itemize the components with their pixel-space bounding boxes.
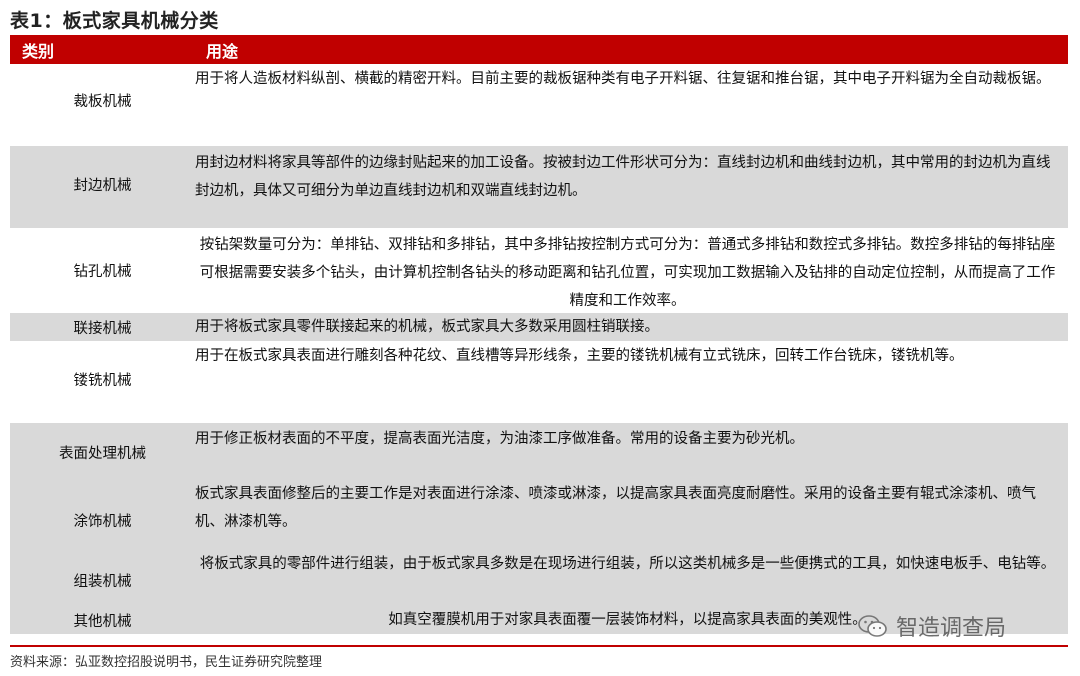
table-row: 组装机械 将板式家具的零部件进行组装，由于板式家具多数是在现场进行组装，所以这类… [10, 550, 1068, 606]
row-category: 组装机械 [73, 574, 132, 590]
header-category: 类别 [22, 41, 55, 61]
table-row: 钻孔机械 按钻架数量可分为：单排钻、双排钻和多排钻，其中多排钻按控制方式可分为：… [10, 231, 1068, 313]
row-usage: 用于将人造板材料纵剖、横截的精密开料。目前主要的裁板锯种类有电子开料锯、往复锯和… [195, 71, 1051, 87]
table-row: 裁板机械 用于将人造板材料纵剖、横截的精密开料。目前主要的裁板锯种类有电子开料锯… [10, 64, 1068, 146]
watermark: 智造调查局 [858, 610, 1006, 642]
watermark-text: 智造调查局 [896, 616, 1007, 641]
table-row: 联接机械 用于将板式家具零件联接起来的机械，板式家具大多数采用圆柱销联接。 [10, 313, 1068, 341]
table-bottom-rule [10, 645, 1068, 647]
row-category: 联接机械 [73, 320, 132, 337]
row-category: 裁板机械 [73, 94, 132, 110]
row-usage: 将板式家具的零部件进行组装，由于板式家具多数是在现场进行组装，所以这类机械多是一… [199, 556, 1056, 572]
row-category: 表面处理机械 [59, 446, 146, 462]
row-usage: 用封边材料将家具等部件的边缘封贴起来的加工设备。按被封边工件形状可分为：直线封边… [195, 155, 1051, 199]
table-title: 表1：板式家具机械分类 [10, 10, 219, 32]
row-usage: 用于将板式家具零件联接起来的机械，板式家具大多数采用圆柱销联接。 [195, 319, 659, 335]
row-category: 镂铣机械 [73, 373, 132, 389]
wechat-icon [858, 614, 888, 638]
header-usage: 用途 [206, 41, 239, 61]
table-row: 镂铣机械 用于在板式家具表面进行雕刻各种花纹、直线槽等异形线条，主要的镂铣机械有… [10, 341, 1068, 423]
row-usage: 按钻架数量可分为：单排钻、双排钻和多排钻，其中多排钻按控制方式可分为：普通式多排… [199, 237, 1056, 309]
table-row: 表面处理机械 用于修正板材表面的不平度，提高表面光洁度，为油漆工序做准备。常用的… [10, 423, 1068, 478]
table-header: 类别 用途 [10, 35, 1068, 64]
row-category: 其他机械 [73, 613, 132, 630]
row-category: 涂饰机械 [73, 514, 132, 530]
table-row: 涂饰机械 板式家具表面修整后的主要工作是对表面进行涂漆、喷漆或淋漆，以提高家具表… [10, 478, 1068, 550]
row-category: 封边机械 [73, 178, 132, 194]
row-category: 钻孔机械 [73, 264, 132, 280]
row-usage: 用于在板式家具表面进行雕刻各种花纹、直线槽等异形线条，主要的镂铣机械有立式铣床，… [195, 348, 964, 364]
source-note: 资料来源：弘亚数控招股说明书，民生证券研究院整理 [10, 655, 323, 670]
row-usage: 用于修正板材表面的不平度，提高表面光洁度，为油漆工序做准备。常用的设备主要为砂光… [195, 431, 804, 447]
row-usage: 板式家具表面修整后的主要工作是对表面进行涂漆、喷漆或淋漆，以提高家具表面亮度耐磨… [195, 486, 1036, 530]
machinery-table: 类别 用途 裁板机械 用于将人造板材料纵剖、横截的精密开料。目前主要的裁板锯种类… [10, 35, 1068, 634]
table-row: 封边机械 用封边材料将家具等部件的边缘封贴起来的加工设备。按被封边工件形状可分为… [10, 146, 1068, 228]
